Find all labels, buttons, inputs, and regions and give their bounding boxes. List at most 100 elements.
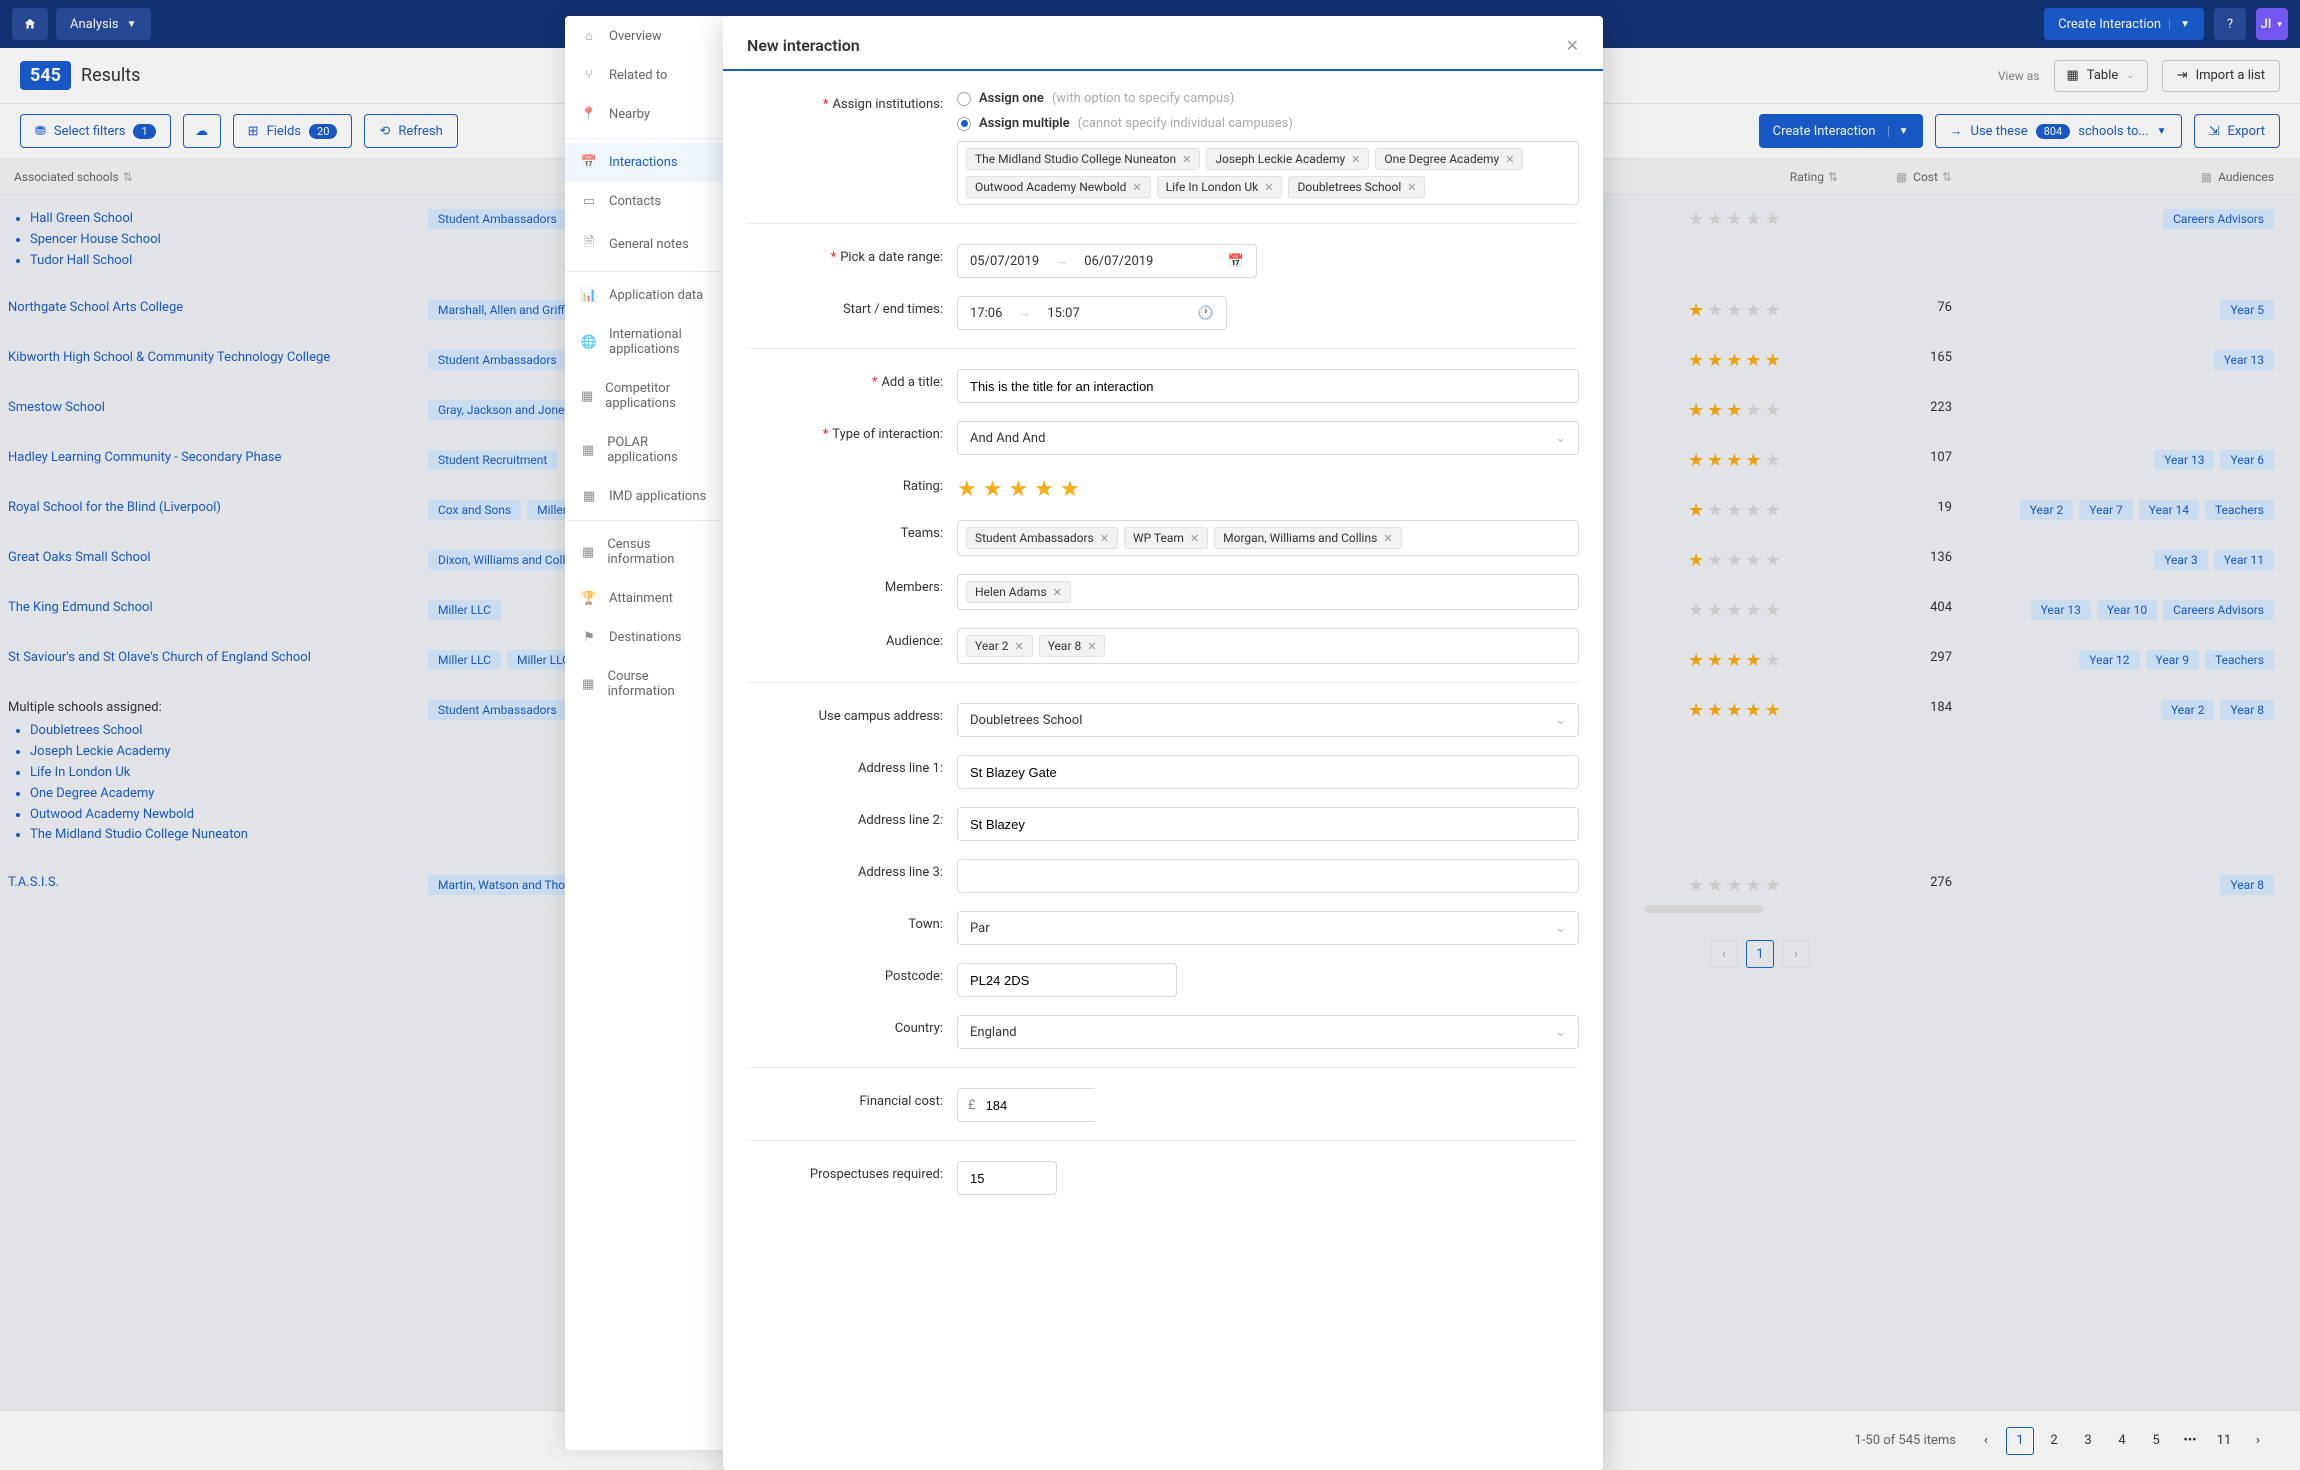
school-link[interactable]: T.A.S.I.S. xyxy=(8,875,59,890)
analysis-dropdown[interactable]: Analysis ▼ xyxy=(56,8,151,40)
pager-next[interactable]: › xyxy=(2244,1427,2272,1455)
side-item-overview[interactable]: ⌂Overview xyxy=(565,16,725,56)
chip-remove-icon[interactable]: ✕ xyxy=(1190,532,1199,545)
side-item-destinations[interactable]: ⚑Destinations xyxy=(565,618,725,657)
school-link[interactable]: Great Oaks Small School xyxy=(8,550,151,565)
mini-pager-next[interactable]: › xyxy=(1782,940,1810,968)
col-header-schools[interactable]: Associated schools⇅ xyxy=(8,170,428,184)
chip[interactable]: Outwood Academy Newbold✕ xyxy=(966,176,1151,198)
chip[interactable]: One Degree Academy✕ xyxy=(1375,148,1523,170)
institutions-chipbox[interactable]: The Midland Studio College Nuneaton✕Jose… xyxy=(957,141,1579,205)
modal-close-button[interactable]: ✕ xyxy=(1566,36,1579,55)
view-mode-select[interactable]: ▦ Table ⌄ xyxy=(2054,60,2148,92)
side-item-general-notes[interactable]: 🗎General notes xyxy=(565,221,725,267)
town-select[interactable]: Par⌄ xyxy=(957,911,1579,945)
school-link[interactable]: The King Edmund School xyxy=(8,600,153,615)
page-button[interactable]: 5 xyxy=(2142,1427,2170,1455)
school-link[interactable]: Kibworth High School & Community Technol… xyxy=(8,350,330,365)
chip[interactable]: The Midland Studio College Nuneaton✕ xyxy=(966,148,1200,170)
page-button[interactable]: ••• xyxy=(2176,1427,2204,1455)
side-item-contacts[interactable]: ▭Contacts xyxy=(565,182,725,221)
chip[interactable]: Life In London Uk✕ xyxy=(1157,176,1283,198)
star-icon[interactable]: ★ xyxy=(1060,477,1080,502)
school-link[interactable]: Spencer House School xyxy=(30,230,428,251)
prospectuses-input[interactable] xyxy=(957,1161,1057,1195)
audience-tag[interactable]: Careers Advisors xyxy=(2163,209,2274,229)
cloud-button[interactable]: ☁ xyxy=(183,114,221,148)
audience-tag[interactable]: Year 9 xyxy=(2146,650,2200,670)
chip-remove-icon[interactable]: ✕ xyxy=(1053,586,1062,599)
chip[interactable]: Helen Adams✕ xyxy=(966,581,1071,603)
side-item-application-data[interactable]: 📊Application data xyxy=(565,276,725,315)
school-link[interactable]: Doubletrees School xyxy=(30,721,428,742)
team-tag[interactable]: Student Ambassadors xyxy=(428,209,567,229)
team-tag[interactable]: Miller LLC xyxy=(428,650,501,670)
audience-tag[interactable]: Year 7 xyxy=(2079,500,2133,520)
school-link[interactable]: Smestow School xyxy=(8,400,105,415)
horizontal-scrollbar[interactable] xyxy=(1644,905,1764,913)
side-item-interactions[interactable]: 📅Interactions xyxy=(565,143,725,182)
pager-prev[interactable]: ‹ xyxy=(1972,1427,2000,1455)
school-link[interactable]: Life In London Uk xyxy=(30,763,428,784)
audience-tag[interactable]: Year 2 xyxy=(2161,700,2215,720)
type-select[interactable]: And And And⌄ xyxy=(957,421,1579,455)
chip-remove-icon[interactable]: ✕ xyxy=(1132,181,1141,194)
cost-input[interactable] xyxy=(986,1089,1172,1121)
side-item-nearby[interactable]: 📍Nearby xyxy=(565,95,725,134)
radio-assign-one[interactable]: Assign one (with option to specify campu… xyxy=(957,91,1579,106)
team-tag[interactable]: Cox and Sons xyxy=(428,500,521,520)
audience-tag[interactable]: Year 13 xyxy=(2154,450,2214,470)
school-link[interactable]: Joseph Leckie Academy xyxy=(30,742,428,763)
chip-remove-icon[interactable]: ✕ xyxy=(1351,153,1360,166)
school-link[interactable]: St Saviour's and St Olave's Church of En… xyxy=(8,650,311,665)
school-link[interactable]: Northgate School Arts College xyxy=(8,300,183,315)
refresh-button[interactable]: ⟲ Refresh xyxy=(364,114,457,148)
chip-remove-icon[interactable]: ✕ xyxy=(1100,532,1109,545)
chip-remove-icon[interactable]: ✕ xyxy=(1383,532,1392,545)
team-tag[interactable]: Student Ambassadors xyxy=(428,350,567,370)
use-these-button[interactable]: → Use these 804 schools to... ▼ xyxy=(1935,114,2182,148)
teams-chipbox[interactable]: Student Ambassadors✕WP Team✕Morgan, Will… xyxy=(957,520,1579,556)
create-interaction-button-mid[interactable]: Create Interaction ▼ xyxy=(1759,114,1923,148)
page-button[interactable]: 4 xyxy=(2108,1427,2136,1455)
date-range-picker[interactable]: 05/07/2019 → 06/07/2019 📅 xyxy=(957,244,1257,278)
time-range-picker[interactable]: 17:06 → 15:07 🕐 xyxy=(957,296,1227,330)
team-tag[interactable]: Student Recruitment xyxy=(428,450,557,470)
star-icon[interactable]: ★ xyxy=(957,477,977,502)
audience-tag[interactable]: Year 2 xyxy=(2020,500,2074,520)
page-button[interactable]: 2 xyxy=(2040,1427,2068,1455)
page-button[interactable]: 11 xyxy=(2210,1427,2238,1455)
chip-remove-icon[interactable]: ✕ xyxy=(1407,181,1416,194)
chip-remove-icon[interactable]: ✕ xyxy=(1087,640,1096,653)
col-header-rating[interactable]: Rating⇅ xyxy=(1688,170,1838,184)
addr2-input[interactable] xyxy=(957,807,1579,841)
audience-chipbox[interactable]: Year 2✕Year 8✕ xyxy=(957,628,1579,664)
home-button[interactable] xyxy=(12,8,48,40)
side-item-attainment[interactable]: 🏆Attainment xyxy=(565,579,725,618)
audience-tag[interactable]: Year 13 xyxy=(2031,600,2091,620)
audience-tag[interactable]: Year 11 xyxy=(2214,550,2274,570)
audience-tag[interactable]: Year 3 xyxy=(2154,550,2208,570)
postcode-input[interactable] xyxy=(957,963,1177,997)
audience-tag[interactable]: Year 10 xyxy=(2097,600,2157,620)
fields-button[interactable]: ⊞ Fields 20 xyxy=(233,114,353,148)
audience-tag[interactable]: Careers Advisors xyxy=(2163,600,2274,620)
user-avatar[interactable]: JI ▼ xyxy=(2256,8,2288,40)
side-item-imd-applications[interactable]: ▦IMD applications xyxy=(565,477,725,516)
addr1-input[interactable] xyxy=(957,755,1579,789)
col-header-cost[interactable]: ▦Cost⇅ xyxy=(1838,170,1968,184)
school-link[interactable]: One Degree Academy xyxy=(30,784,428,805)
campus-select[interactable]: Doubletrees School⌄ xyxy=(957,703,1579,737)
audience-tag[interactable]: Year 6 xyxy=(2220,450,2274,470)
page-button[interactable]: 1 xyxy=(2006,1427,2034,1455)
school-link[interactable]: Outwood Academy Newbold xyxy=(30,805,428,826)
team-tag[interactable]: Miller LLC xyxy=(428,600,501,620)
audience-tag[interactable]: Teachers xyxy=(2205,500,2274,520)
col-header-audiences[interactable]: ▦Audiences xyxy=(1968,170,2292,184)
chip[interactable]: Year 8✕ xyxy=(1039,635,1106,657)
page-button[interactable]: 3 xyxy=(2074,1427,2102,1455)
team-tag[interactable]: Gray, Jackson and Jones xyxy=(428,400,581,420)
audience-tag[interactable]: Year 8 xyxy=(2220,875,2274,895)
chip-remove-icon[interactable]: ✕ xyxy=(1182,153,1191,166)
side-item-related-to[interactable]: ⑂Related to xyxy=(565,56,725,95)
